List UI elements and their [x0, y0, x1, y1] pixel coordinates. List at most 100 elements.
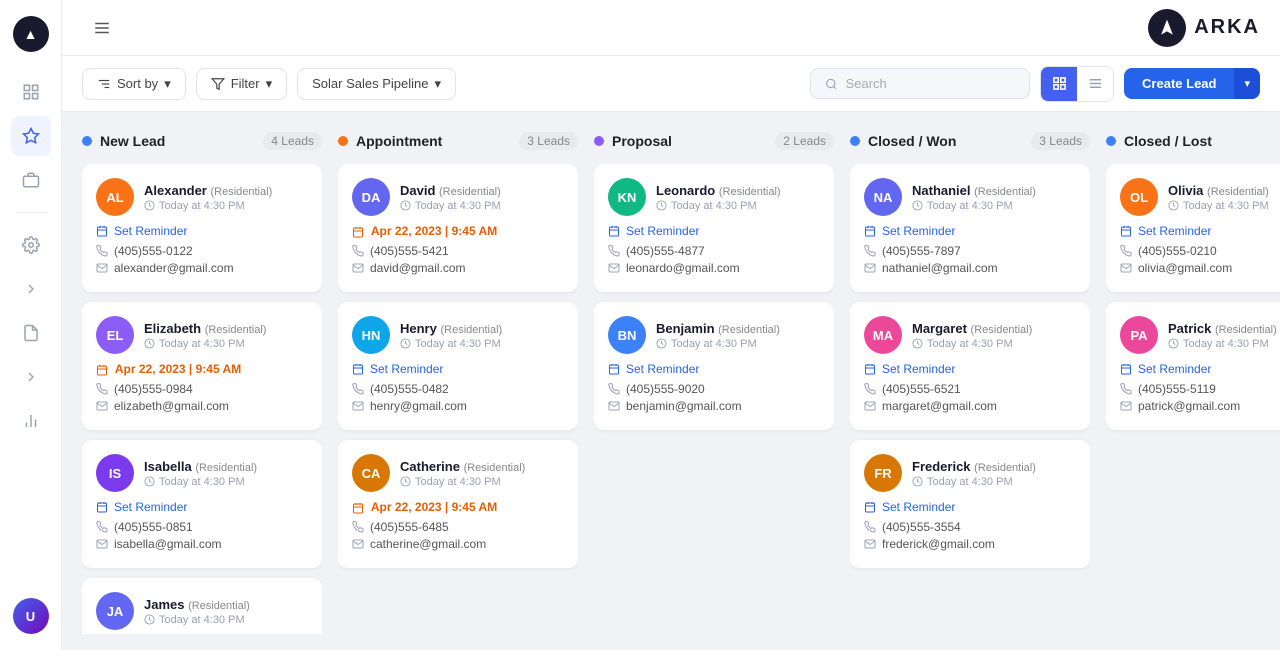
card-header: MA Margaret (Residential) Today at 4:30 …: [864, 316, 1076, 354]
card-reminder[interactable]: Set Reminder: [608, 224, 820, 238]
clock-icon: [912, 476, 923, 487]
card-phone: (405)555-0984: [96, 382, 308, 396]
card-olivia[interactable]: OL Olivia (Residential) Today at 4:30 PM…: [1106, 164, 1280, 292]
phone-icon: [608, 383, 620, 395]
sidebar-item-dashboard[interactable]: [11, 72, 51, 112]
card-elizabeth[interactable]: EL Elizabeth (Residential) Today at 4:30…: [82, 302, 322, 430]
card-header: EL Elizabeth (Residential) Today at 4:30…: [96, 316, 308, 354]
sidebar-item-expand1[interactable]: [11, 269, 51, 309]
calendar-icon: [352, 502, 364, 514]
email-icon: [608, 262, 620, 274]
card-reminder[interactable]: Set Reminder: [864, 362, 1076, 376]
card-name: James (Residential): [144, 597, 250, 612]
list-icon: [1088, 76, 1103, 91]
card-henry[interactable]: HN Henry (Residential) Today at 4:30 PM …: [338, 302, 578, 430]
card-avatar: OL: [1120, 178, 1158, 216]
card-email: alexander@gmail.com: [96, 261, 308, 275]
column-title: Closed / Lost: [1124, 133, 1279, 149]
search-bar[interactable]: [810, 68, 1030, 99]
sidebar-item-documents[interactable]: [11, 313, 51, 353]
sidebar-bottom: U: [13, 598, 49, 634]
card-type: (Residential): [971, 324, 1033, 336]
sidebar-item-settings[interactable]: [11, 225, 51, 265]
card-reminder[interactable]: Set Reminder: [352, 362, 564, 376]
card-reminder-date: Apr 22, 2023 | 9:45 AM: [96, 362, 308, 376]
sidebar-divider: [15, 212, 47, 213]
card-leonardo[interactable]: KN Leonardo (Residential) Today at 4:30 …: [594, 164, 834, 292]
list-view-button[interactable]: [1077, 67, 1113, 101]
hamburger-button[interactable]: [82, 8, 122, 48]
toolbar: Sort by ▾ Filter ▾ Solar Sales Pipeline …: [62, 56, 1280, 112]
card-header: NA Nathaniel (Residential) Today at 4:30…: [864, 178, 1076, 216]
phone-icon: [864, 521, 876, 533]
column-count: 3 Leads: [519, 132, 578, 150]
card-type: (Residential): [974, 186, 1036, 198]
card-david[interactable]: DA David (Residential) Today at 4:30 PM …: [338, 164, 578, 292]
card-reminder[interactable]: Set Reminder: [96, 224, 308, 238]
card-time: Today at 4:30 PM: [144, 200, 272, 212]
card-header: DA David (Residential) Today at 4:30 PM: [352, 178, 564, 216]
column-header-closed-lost: Closed / Lost 2 Leads: [1106, 128, 1280, 154]
card-header: KN Leonardo (Residential) Today at 4:30 …: [608, 178, 820, 216]
card-patrick[interactable]: PA Patrick (Residential) Today at 4:30 P…: [1106, 302, 1280, 430]
card-james[interactable]: JA James (Residential) Today at 4:30 PM …: [82, 578, 322, 634]
create-lead-button[interactable]: Create Lead: [1124, 68, 1234, 99]
card-header: BN Benjamin (Residential) Today at 4:30 …: [608, 316, 820, 354]
kanban-view-button[interactable]: [1041, 67, 1077, 101]
create-lead-dropdown-button[interactable]: ▾: [1234, 68, 1260, 99]
sidebar-item-expand2[interactable]: [11, 357, 51, 397]
card-reminder[interactable]: Set Reminder: [864, 500, 1076, 514]
card-header: JA James (Residential) Today at 4:30 PM: [96, 592, 308, 630]
card-phone: (405)555-6521: [864, 382, 1076, 396]
card-alexander[interactable]: AL Alexander (Residential) Today at 4:30…: [82, 164, 322, 292]
card-reminder[interactable]: Set Reminder: [1120, 362, 1280, 376]
card-email: elizabeth@gmail.com: [96, 399, 308, 413]
column-count: 4 Leads: [263, 132, 322, 150]
sidebar-item-jobs[interactable]: [11, 160, 51, 200]
reminder-icon: [1120, 225, 1132, 237]
email-icon: [1120, 262, 1132, 274]
card-phone: (405)555-0482: [352, 382, 564, 396]
card-reminder[interactable]: Set Reminder: [864, 224, 1076, 238]
pipeline-button[interactable]: Solar Sales Pipeline ▾: [297, 68, 456, 100]
card-benjamin[interactable]: BN Benjamin (Residential) Today at 4:30 …: [594, 302, 834, 430]
sidebar-item-reports[interactable]: [11, 401, 51, 441]
card-avatar: HN: [352, 316, 390, 354]
card-time: Today at 4:30 PM: [400, 200, 501, 212]
card-header: CA Catherine (Residential) Today at 4:30…: [352, 454, 564, 492]
clock-icon: [400, 476, 411, 487]
column-dot: [1106, 136, 1116, 146]
column-dot: [338, 136, 348, 146]
column-cards-closed-lost: OL Olivia (Residential) Today at 4:30 PM…: [1106, 164, 1280, 634]
card-avatar: CA: [352, 454, 390, 492]
column-closed-lost: Closed / Lost 2 Leads OL Olivia (Residen…: [1106, 128, 1280, 634]
email-icon: [864, 262, 876, 274]
card-reminder[interactable]: Set Reminder: [96, 500, 308, 514]
card-reminder[interactable]: Set Reminder: [1120, 224, 1280, 238]
card-margaret[interactable]: MA Margaret (Residential) Today at 4:30 …: [850, 302, 1090, 430]
card-email: patrick@gmail.com: [1120, 399, 1280, 413]
card-reminder[interactable]: Set Reminder: [608, 362, 820, 376]
email-icon: [864, 400, 876, 412]
sort-chevron: ▾: [164, 76, 171, 92]
card-nathaniel[interactable]: NA Nathaniel (Residential) Today at 4:30…: [850, 164, 1090, 292]
card-frederick[interactable]: FR Frederick (Residential) Today at 4:30…: [850, 440, 1090, 568]
card-email: margaret@gmail.com: [864, 399, 1076, 413]
phone-icon: [608, 245, 620, 257]
card-type: (Residential): [439, 186, 501, 198]
column-header-new-lead: New Lead 4 Leads: [82, 128, 322, 154]
card-catherine[interactable]: CA Catherine (Residential) Today at 4:30…: [338, 440, 578, 568]
arka-logo-circle: [1148, 9, 1186, 47]
email-icon: [352, 262, 364, 274]
user-avatar[interactable]: U: [13, 598, 49, 634]
sort-button[interactable]: Sort by ▾: [82, 68, 186, 100]
filter-button[interactable]: Filter ▾: [196, 68, 287, 100]
search-input[interactable]: [846, 76, 1016, 91]
card-header: FR Frederick (Residential) Today at 4:30…: [864, 454, 1076, 492]
sidebar-item-leads[interactable]: [11, 116, 51, 156]
phone-icon: [864, 383, 876, 395]
column-cards-proposal: KN Leonardo (Residential) Today at 4:30 …: [594, 164, 834, 634]
card-isabella[interactable]: IS Isabella (Residential) Today at 4:30 …: [82, 440, 322, 568]
column-count: 2 Leads: [775, 132, 834, 150]
topbar: ARKA: [62, 0, 1280, 56]
